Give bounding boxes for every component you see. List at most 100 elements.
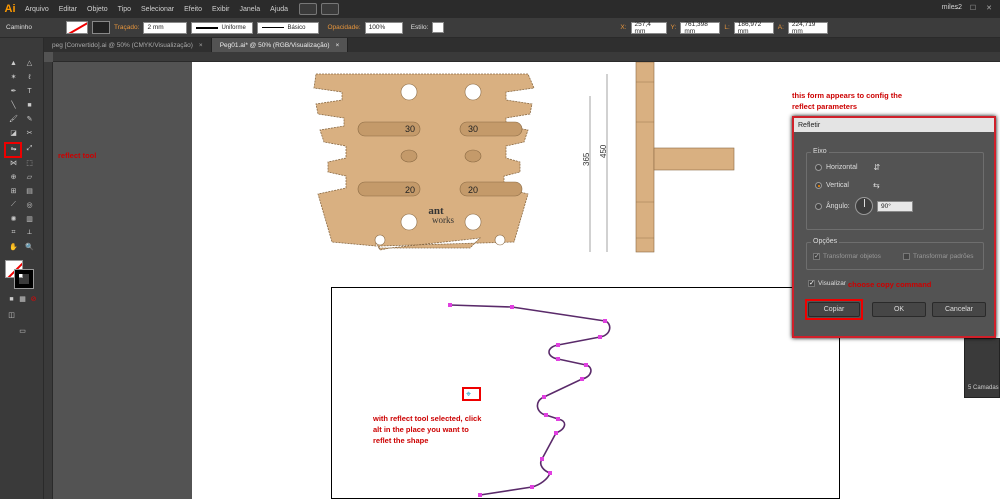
- menu-exibir[interactable]: Exibir: [207, 6, 235, 13]
- axis-group-label: Eixo: [811, 148, 829, 155]
- bridge-button[interactable]: [299, 3, 318, 15]
- mesh-tool-icon[interactable]: ⊞: [8, 186, 19, 196]
- gradient-tool-icon[interactable]: ▤: [24, 186, 35, 196]
- close-icon[interactable]: ×: [336, 42, 340, 49]
- close-icon[interactable]: ×: [199, 42, 203, 49]
- horizontal-radio[interactable]: Horizontal ⇵: [815, 163, 880, 172]
- selection-tool-icon[interactable]: ▲: [8, 58, 19, 68]
- menu-janela[interactable]: Janela: [235, 6, 266, 13]
- reflect-origin-highlight: [462, 387, 481, 401]
- perspective-tool-icon[interactable]: ▱: [24, 172, 35, 182]
- arrange-documents-button[interactable]: [321, 3, 340, 15]
- layers-panel[interactable]: 5 Camadas: [964, 338, 1000, 398]
- symbol-sprayer-tool-icon[interactable]: ✺: [8, 214, 19, 224]
- menu-bar: Ai Arquivo Editar Objeto Tipo Selecionar…: [0, 0, 1000, 18]
- app-logo: Ai: [0, 0, 20, 18]
- width-label: L:: [724, 24, 730, 31]
- menu-efeito[interactable]: Efeito: [179, 6, 207, 13]
- opacity-label[interactable]: Opacidade:: [327, 24, 360, 31]
- menu-ajuda[interactable]: Ajuda: [265, 6, 293, 13]
- annotation-form-note: this form appears to config the reflect …: [792, 91, 903, 111]
- graph-tool-icon[interactable]: ▥: [24, 214, 35, 224]
- height-label: A:: [777, 24, 784, 31]
- shape-builder-tool-icon[interactable]: ⊕: [8, 172, 19, 182]
- reflect-tool-highlight: [4, 142, 22, 158]
- hand-tool-icon[interactable]: ✋: [8, 242, 19, 252]
- menu-tipo[interactable]: Tipo: [113, 6, 136, 13]
- slice-tool-icon[interactable]: ⟂: [24, 228, 35, 238]
- paintbrush-tool-icon[interactable]: 🖌: [8, 114, 19, 124]
- gradient-mode-icon[interactable]: ▦: [17, 294, 28, 304]
- reflect-dialog[interactable]: Refletir Eixo Horizontal ⇵ Vertical ⇆ Ângu…: [792, 116, 996, 338]
- tools-panel: ▲ △ ✶ ℓ ✒ T ╲ ■ 🖌 ✎ ◪ ✂ ⇋ ⤢ ⋈ ⬚ ⊕ ▱ ⊞ ▤ …: [0, 38, 44, 499]
- artboard-tool-icon[interactable]: ⌗: [8, 228, 19, 238]
- cancel-button[interactable]: Cancelar: [932, 302, 986, 317]
- free-transform-tool-icon[interactable]: ⬚: [24, 158, 35, 168]
- graphic-style-swatch[interactable]: [432, 22, 445, 33]
- reflect-origin-icon[interactable]: ⌖: [466, 389, 471, 400]
- magic-wand-tool-icon[interactable]: ✶: [8, 72, 19, 82]
- slot-label: 20: [405, 185, 415, 195]
- menu-arquivo[interactable]: Arquivo: [20, 6, 54, 13]
- stroke-label[interactable]: Traçado:: [114, 24, 139, 31]
- stroke-color-icon[interactable]: [14, 269, 34, 289]
- pen-tool-icon[interactable]: ✒: [8, 86, 19, 96]
- fill-swatch[interactable]: [66, 21, 89, 34]
- x-field[interactable]: 257,4 mm: [630, 21, 667, 35]
- angle-input[interactable]: 90°: [877, 201, 913, 212]
- none-mode-icon[interactable]: ⊘: [28, 294, 39, 304]
- brush-definition[interactable]: Básico: [257, 21, 320, 34]
- height-field[interactable]: 224,719 mm: [787, 21, 828, 35]
- style-label: Estilo:: [410, 24, 429, 31]
- draw-mode-icon[interactable]: ◫: [6, 310, 17, 320]
- preview-checkbox[interactable]: ✓ Visualizar: [808, 280, 846, 287]
- type-tool-icon[interactable]: T: [24, 86, 35, 96]
- eyedropper-tool-icon[interactable]: ⟋: [8, 200, 19, 210]
- lasso-tool-icon[interactable]: ℓ: [24, 72, 35, 82]
- width-tool-icon[interactable]: ⋈: [8, 158, 19, 168]
- tab-peg01[interactable]: Peg01.ai* @ 50% (RGB/Visualização) ×: [211, 38, 349, 52]
- slot-label: 30: [468, 124, 478, 134]
- rectangle-tool-icon[interactable]: ■: [24, 100, 35, 110]
- vertical-radio[interactable]: Vertical ⇆: [815, 181, 880, 190]
- annotation-alt-click: with reflect tool selected, click alt in…: [373, 414, 482, 445]
- pencil-tool-icon[interactable]: ✎: [24, 114, 35, 124]
- blend-tool-icon[interactable]: ◎: [24, 200, 35, 210]
- dialog-title[interactable]: Refletir: [794, 118, 994, 132]
- scissors-tool-icon[interactable]: ✂: [24, 128, 35, 138]
- transform-objects-checkbox[interactable]: ✓ Transformar objetos: [813, 253, 881, 260]
- angle-dial[interactable]: [855, 197, 873, 215]
- document-tabs: peg [Convertido].ai @ 50% (CMYK/Visualiz…: [44, 38, 1000, 52]
- window-controls[interactable]: — ☐ ✕: [953, 4, 996, 12]
- screen-mode-icon[interactable]: ▭: [17, 326, 28, 336]
- menu-objeto[interactable]: Objeto: [82, 6, 113, 13]
- dimension-450: 450: [599, 144, 608, 158]
- direct-selection-tool-icon[interactable]: △: [24, 58, 35, 68]
- tab-peg-convertido[interactable]: peg [Convertido].ai @ 50% (CMYK/Visualiz…: [44, 38, 212, 52]
- eraser-tool-icon[interactable]: ◪: [8, 128, 19, 138]
- x-label: X:: [620, 24, 627, 31]
- menu-selecionar[interactable]: Selecionar: [136, 6, 179, 13]
- vertical-ruler[interactable]: [44, 62, 53, 499]
- opacity-field[interactable]: 100%: [364, 21, 403, 34]
- ok-button[interactable]: OK: [872, 302, 926, 317]
- menu-editar[interactable]: Editar: [54, 6, 82, 13]
- transform-patterns-checkbox[interactable]: Transformar padrões: [903, 253, 973, 260]
- y-label: Y:: [670, 24, 677, 31]
- axis-group: Eixo Horizontal ⇵ Vertical ⇆ Ângulo: 90°: [806, 148, 984, 230]
- scale-tool-icon[interactable]: ⤢: [24, 144, 35, 154]
- width-field[interactable]: 186,972 mm: [733, 21, 774, 35]
- stroke-weight-field[interactable]: 2 mm: [143, 21, 188, 34]
- layers-count: 5 Camadas: [968, 385, 999, 391]
- horizontal-ruler[interactable]: [53, 52, 1000, 62]
- color-mode-icon[interactable]: ■: [6, 294, 17, 304]
- variable-width-profile[interactable]: Uniforme: [191, 21, 254, 34]
- canvas-area: [192, 287, 331, 499]
- stroke-swatch[interactable]: [92, 21, 111, 34]
- zoom-tool-icon[interactable]: 🔍: [24, 242, 35, 252]
- peg-side-view[interactable]: [630, 62, 740, 262]
- angle-radio[interactable]: Ângulo:: [815, 203, 850, 210]
- line-tool-icon[interactable]: ╲: [8, 100, 19, 110]
- peg-artwork[interactable]: 30 30 20 20 ant works: [310, 62, 540, 262]
- y-field[interactable]: 761,398 mm: [680, 21, 721, 35]
